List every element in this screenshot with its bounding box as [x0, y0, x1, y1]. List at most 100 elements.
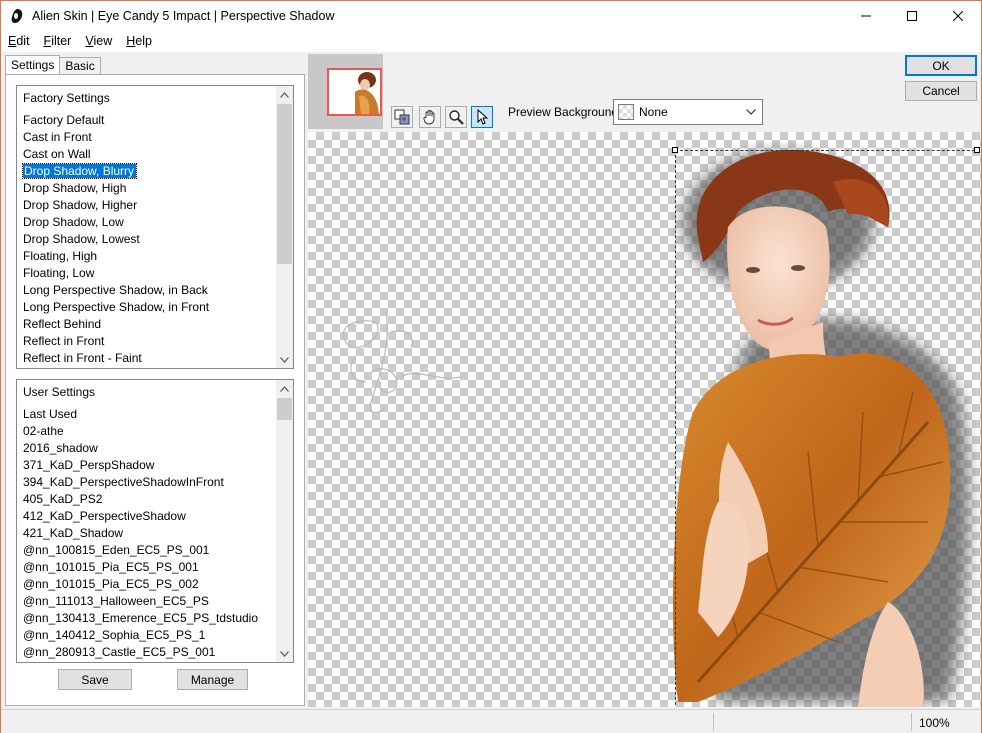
- user-list-item[interactable]: 412_KaD_PerspectiveShadow: [22, 508, 275, 525]
- user-list-item-label: @nn_101015_Pia_EC5_PS_001: [23, 560, 199, 574]
- user-list-item[interactable]: 405_KaD_PS2: [22, 491, 275, 508]
- zoom-tool-button[interactable]: [445, 106, 467, 128]
- scroll-down-icon[interactable]: [276, 351, 293, 368]
- menu-help-label: elp: [135, 34, 152, 48]
- hand-tool-button[interactable]: [419, 106, 441, 128]
- tab-settings[interactable]: Settings: [5, 55, 61, 76]
- factory-list-item[interactable]: Cast in Front: [22, 129, 275, 146]
- user-list-item-label: 412_KaD_PerspectiveShadow: [23, 509, 186, 523]
- user-list-item-label: 405_KaD_PS2: [23, 492, 103, 506]
- menu-view-label: iew: [93, 34, 113, 48]
- factory-list-item-label: Long Perspective Shadow, in Front: [23, 300, 210, 314]
- user-list-item-label: @nn_130413_Emerence_EC5_PS_tdstudio: [23, 611, 259, 625]
- user-list-item[interactable]: @nn_111013_Halloween_EC5_PS: [22, 593, 275, 610]
- factory-list-item-label: Factory Default: [23, 113, 105, 127]
- settings-tabs: Settings Basic: [5, 55, 101, 76]
- user-scrollbar[interactable]: [276, 380, 293, 662]
- factory-list-item-label: Long Perspective Shadow, in Back: [23, 283, 208, 297]
- factory-list-item[interactable]: Reflect Behind: [22, 316, 275, 333]
- user-list-item-label: @nn_280913_Castle_EC5_PS_001: [23, 645, 216, 659]
- factory-list-item[interactable]: Long Perspective Shadow, in Back: [22, 282, 275, 299]
- resize-handle-top-left[interactable]: [672, 147, 678, 153]
- menu-edit-label: dit: [16, 34, 30, 48]
- cancel-button[interactable]: Cancel: [905, 81, 977, 101]
- factory-list-item[interactable]: Floating, Low: [22, 265, 275, 282]
- preview-background-value: None: [639, 105, 668, 119]
- factory-scroll-thumb[interactable]: [277, 104, 292, 264]
- ok-button[interactable]: OK: [905, 55, 977, 76]
- preview-canvas[interactable]: [308, 132, 981, 707]
- scroll-up-icon[interactable]: [276, 86, 293, 103]
- menu-edit[interactable]: Edit: [1, 32, 37, 52]
- user-list-item-label: 394_KaD_PerspectiveShadowInFront: [23, 475, 224, 489]
- user-list-item[interactable]: @nn_280913_Castle_EC5_PS_001: [22, 644, 275, 661]
- factory-list-item[interactable]: Drop Shadow, Blurry: [21, 163, 275, 180]
- pointer-tool-button[interactable]: [471, 106, 493, 128]
- maximize-icon: [907, 11, 917, 21]
- factory-list-item[interactable]: Drop Shadow, Higher: [22, 197, 275, 214]
- factory-list-item[interactable]: Drop Shadow, Low: [22, 214, 275, 231]
- hand-icon: [423, 110, 435, 125]
- zoom-level: 100%: [919, 716, 950, 730]
- user-list-item[interactable]: 02-athe: [22, 423, 275, 440]
- factory-list-item-label: Drop Shadow, High: [23, 181, 127, 195]
- save-button[interactable]: Save: [58, 669, 132, 690]
- user-list-item[interactable]: @nn_140412_Sophia_EC5_PS_1: [22, 627, 275, 644]
- menu-help[interactable]: Help: [119, 32, 159, 52]
- user-scroll-thumb[interactable]: [277, 398, 292, 420]
- user-list-item[interactable]: 2016_shadow: [22, 440, 275, 457]
- user-list-item[interactable]: 394_KaD_PerspectiveShadowInFront: [22, 474, 275, 491]
- settings-panel: Factory Settings Factory Default Cast in …: [5, 74, 305, 706]
- factory-list-item[interactable]: Floating, High: [22, 248, 275, 265]
- factory-list-item-label: Cast in Front: [23, 130, 92, 144]
- factory-list-item-label: Drop Shadow, Low: [23, 215, 124, 229]
- factory-list-item[interactable]: Long Perspective Shadow, in Front: [22, 299, 275, 316]
- user-list-item[interactable]: @nn_101015_Pia_EC5_PS_002: [22, 576, 275, 593]
- factory-list-item[interactable]: Drop Shadow, High: [22, 180, 275, 197]
- maximize-button[interactable]: [889, 1, 935, 31]
- factory-list-item-label: Reflect in Front - Faint: [23, 351, 142, 365]
- factory-list-item-label: Floating, Low: [23, 266, 95, 280]
- preview-background-label: Preview Background:: [508, 105, 622, 119]
- factory-list-item-label: Drop Shadow, Blurry: [21, 163, 138, 179]
- user-list-item[interactable]: 421_KaD_Shadow: [22, 525, 275, 542]
- manage-button[interactable]: Manage: [177, 669, 248, 690]
- factory-list-item[interactable]: Cast on Wall: [22, 146, 275, 163]
- user-list-item-label: Last Used: [23, 407, 78, 421]
- before-after-button[interactable]: [391, 106, 413, 128]
- menu-view[interactable]: View: [78, 32, 119, 52]
- factory-scrollbar[interactable]: [276, 86, 293, 368]
- scroll-up-icon[interactable]: [276, 380, 293, 397]
- factory-list-item[interactable]: Reflect in Front: [22, 333, 275, 350]
- tab-basic[interactable]: Basic: [59, 57, 101, 75]
- app-window: Alien Skin | Eye Candy 5 Impact | Perspe…: [0, 0, 982, 733]
- user-list-item[interactable]: Last Used: [22, 406, 275, 423]
- resize-handle-top-right[interactable]: [974, 147, 980, 153]
- status-bar: 100%: [1, 709, 981, 733]
- factory-list-item[interactable]: Drop Shadow, Lowest: [22, 231, 275, 248]
- scroll-down-icon[interactable]: [276, 645, 293, 662]
- title-bar: Alien Skin | Eye Candy 5 Impact | Perspe…: [1, 1, 981, 32]
- factory-settings-list[interactable]: Factory Settings Factory Default Cast in …: [16, 85, 294, 369]
- user-list-item-label: 2016_shadow: [23, 441, 98, 455]
- navigator-viewport-frame[interactable]: [327, 68, 382, 116]
- menu-filter[interactable]: Filter: [37, 32, 79, 52]
- minimize-button[interactable]: [843, 1, 889, 31]
- navigator-thumbnail[interactable]: [308, 54, 383, 129]
- navigator-preview-image: [355, 72, 379, 114]
- selection-bounding-box[interactable]: [672, 147, 981, 707]
- close-button[interactable]: [935, 1, 981, 31]
- preview-background-select[interactable]: None: [613, 99, 763, 125]
- user-list-item[interactable]: @nn_130413_Emerence_EC5_PS_tdstudio: [22, 610, 275, 627]
- user-list-item-label: 371_KaD_PerspShadow: [23, 458, 155, 472]
- user-list-item[interactable]: @nn_100815_Eden_EC5_PS_001: [22, 542, 275, 559]
- app-icon: [11, 9, 23, 23]
- factory-list-item-label: Reflect in Front: [23, 334, 105, 348]
- factory-list-item[interactable]: Reflect in Front - Faint: [22, 350, 275, 367]
- menu-help-mnemonic: H: [126, 34, 136, 48]
- user-list-item[interactable]: 371_KaD_PerspShadow: [22, 457, 275, 474]
- factory-list-item[interactable]: Factory Default: [22, 112, 275, 129]
- user-settings-list[interactable]: User Settings Last Used 02-athe 2016_shado…: [16, 379, 294, 663]
- user-list-item-label: 02-athe: [23, 424, 64, 438]
- user-list-item[interactable]: @nn_101015_Pia_EC5_PS_001: [22, 559, 275, 576]
